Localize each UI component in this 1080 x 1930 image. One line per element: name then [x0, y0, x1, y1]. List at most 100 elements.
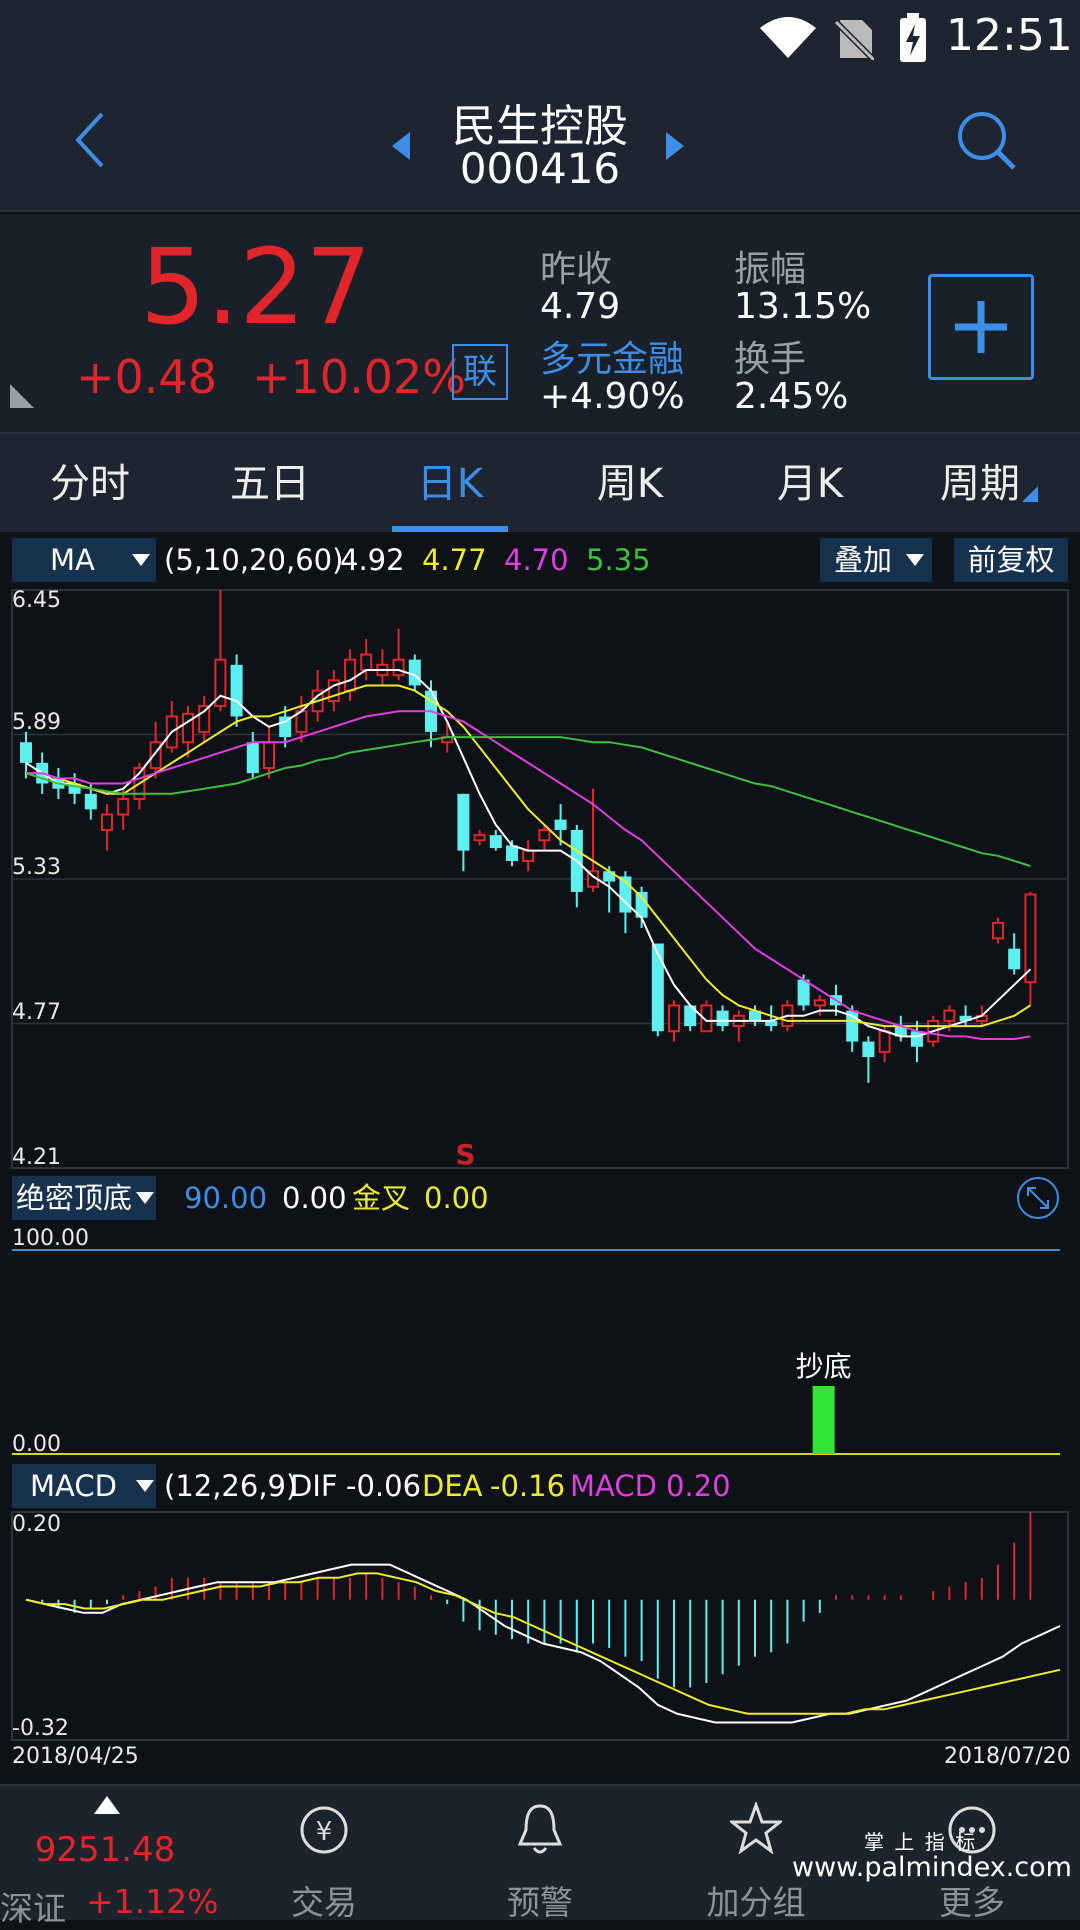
candle-body [668, 1004, 680, 1033]
candle-body [392, 658, 405, 677]
index-name: 深证 [0, 1889, 66, 1928]
macd-params: (12,26,9) [164, 1469, 298, 1503]
status-bar: 12:51 [0, 0, 1080, 80]
ma5-value: 4.92 [340, 543, 405, 577]
clock: 12:51 [946, 10, 1073, 61]
candle-body [992, 921, 1004, 940]
indicator-axis-top: 100.00 [12, 1226, 89, 1251]
macd-axis-top: 0.20 [12, 1512, 61, 1537]
nav-alert[interactable]: 预警 [480, 1786, 600, 1922]
candle-body [878, 1030, 891, 1053]
chevron-down-icon [906, 554, 924, 566]
dea-value: -0.16 [490, 1469, 566, 1503]
candle-body [408, 659, 421, 686]
svg-text:¥: ¥ [316, 1817, 333, 1847]
candle-body [797, 979, 810, 1006]
candle-body [344, 658, 356, 692]
trade-icon: ¥ [300, 1806, 348, 1854]
add-watchlist-button[interactable] [928, 274, 1034, 380]
candle-body [651, 943, 664, 1032]
macd-lines [25, 1563, 1061, 1724]
expand-icon[interactable] [1016, 1176, 1060, 1220]
tab-intraday[interactable]: 分时 [30, 434, 150, 534]
indicator-axis-bottom: 0.00 [12, 1432, 61, 1457]
candles [20, 590, 1037, 1083]
indicator-chart[interactable]: 抄底 [0, 1222, 1080, 1462]
back-arrow-icon[interactable] [70, 110, 110, 170]
candle-body [522, 849, 535, 862]
golden-cross-label: 金叉 [352, 1181, 411, 1215]
nav-add-group-label: 加分组 [706, 1883, 806, 1922]
dea-label: DEA [422, 1469, 483, 1503]
candle-body [813, 999, 826, 1007]
nav-trade[interactable]: ¥ 交易 [264, 1786, 384, 1922]
ma-select[interactable]: MA [12, 538, 156, 582]
ma20-value: 4.70 [504, 543, 569, 577]
macd-histogram [41, 1512, 1032, 1688]
chevron-down-icon [136, 1480, 154, 1492]
candle-body [911, 1031, 923, 1047]
indicator-select[interactable]: 绝密顶底 [12, 1176, 156, 1220]
plus-icon [955, 301, 1007, 353]
candle-body [716, 1010, 729, 1027]
overlay-button[interactable]: 叠加 [820, 538, 932, 582]
bottom-nav: 9251.48 深证 +1.12% ¥ 交易 预警 加分组 更多 掌 上 指 标… [0, 1784, 1080, 1928]
period-tabs: 分时 五日 日K 周K 月K 周期 [0, 432, 1080, 532]
turnover-value: 2.45% [734, 376, 849, 417]
macd-chart[interactable] [0, 1510, 1080, 1742]
buy-signal-bar [812, 1386, 835, 1454]
ma-params: (5,10,20,60) [164, 543, 344, 577]
watermark-url: www.palmindex.com [792, 1852, 1072, 1883]
search-icon[interactable] [956, 110, 1018, 172]
up-arrow-icon [94, 1796, 120, 1814]
star-icon [730, 1802, 782, 1854]
candle-body [473, 834, 486, 842]
candlestick-chart[interactable]: S [0, 584, 1080, 1172]
candle-body [1024, 893, 1037, 984]
tab-period[interactable]: 周期 [920, 434, 1040, 534]
dif-line [25, 1563, 1061, 1724]
macd-axis-bottom: -0.32 [12, 1716, 69, 1741]
price-tick-2: 5.89 [12, 710, 61, 735]
adjust-rights-button[interactable]: 前复权 [954, 538, 1068, 582]
candle-body [117, 798, 130, 816]
tab-five-day[interactable]: 五日 [210, 434, 330, 534]
watermark-title: 掌 上 指 标 [864, 1830, 978, 1854]
index-ticker[interactable]: 9251.48 深证 +1.12% [0, 1786, 218, 1928]
period-dropdown-icon [1022, 486, 1038, 502]
macd-select-label: MACD [30, 1469, 117, 1503]
macd-value: 0.20 [666, 1469, 731, 1503]
price-change: +0.48 [76, 350, 217, 404]
date-end: 2018/07/20 [944, 1744, 1071, 1769]
indicator-select-label: 绝密顶底 [16, 1181, 133, 1215]
linked-badge[interactable]: 联 [452, 344, 508, 400]
candle-body [862, 1041, 875, 1058]
indicator-v3: 0.00 [424, 1181, 489, 1215]
price-tick-5: 4.21 [12, 1145, 61, 1170]
quote-panel: 5.27 +0.48 +10.02% 联 昨收 4.79 多元金融 +4.90%… [0, 214, 1080, 432]
active-tab-indicator [392, 526, 508, 532]
tab-weekly-k[interactable]: 周K [570, 434, 690, 534]
battery-charging-icon [900, 13, 926, 62]
index-pct: +1.12% [86, 1882, 219, 1921]
macd-label: MACD [570, 1469, 657, 1503]
dif-label: DIF [290, 1469, 338, 1503]
price-tick-1: 6.45 [12, 588, 61, 613]
tab-daily-k[interactable]: 日K [392, 434, 508, 534]
candle-body [101, 813, 113, 831]
prev-stock-icon[interactable] [392, 132, 412, 160]
ma60-value: 5.35 [586, 543, 651, 577]
candle-body [20, 742, 32, 763]
candle-body [230, 664, 243, 717]
tab-monthly-k[interactable]: 月K [750, 434, 870, 534]
no-sim-icon [834, 19, 874, 60]
chevron-down-icon [132, 554, 150, 566]
next-stock-icon[interactable] [664, 132, 684, 160]
macd-select[interactable]: MACD [12, 1464, 156, 1508]
price-tick-4: 4.77 [12, 1000, 61, 1025]
indicator-v1: 90.00 [184, 1181, 268, 1215]
sector-link[interactable]: 多元金融 [540, 330, 684, 382]
turnover-label: 换手 [734, 339, 807, 380]
amplitude-value: 13.15% [734, 286, 872, 327]
candle-body [489, 835, 502, 849]
